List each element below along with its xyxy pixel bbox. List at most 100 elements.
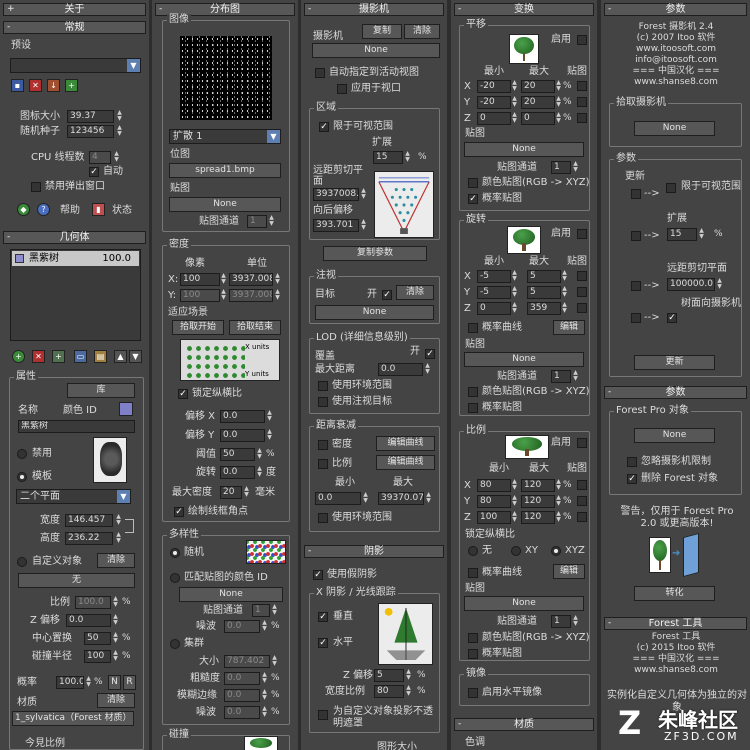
far-clip-field[interactable]: 100000.0 [667, 278, 715, 291]
rotate-prob-curve-checkbox[interactable] [468, 323, 478, 333]
ty-max-spinner[interactable]: ▲ ▼ [555, 96, 562, 109]
move-up-icon[interactable]: ▲ [114, 350, 127, 363]
map-button[interactable]: None [169, 197, 281, 212]
target-clear-button[interactable]: 清除 [396, 285, 434, 300]
custom-none-button[interactable]: 无 [18, 573, 135, 588]
spread-dropdown[interactable]: 扩散 1 ▼ [169, 129, 281, 144]
y-pixels-spinner[interactable]: ▲ ▼ [220, 289, 227, 302]
falloff-min-spinner[interactable]: ▲ ▼ [362, 492, 369, 505]
forest-pro-button[interactable]: None [634, 428, 715, 443]
apply-viewport-checkbox[interactable] [337, 84, 347, 94]
scale-enable-checkbox[interactable] [577, 438, 587, 448]
delete-icon[interactable]: ✕ [32, 350, 45, 363]
map-channel2-field[interactable]: 1 [252, 604, 270, 617]
rollout-camera[interactable]: - 摄影机 [304, 3, 444, 16]
translate-mapch-spinner[interactable]: ▲ ▼ [572, 161, 579, 174]
update-expand-checkbox[interactable] [631, 231, 641, 241]
y-units-field[interactable]: 3937.008 [229, 289, 273, 302]
status-chart-icon[interactable]: ▮ [92, 203, 105, 216]
scale-map-button[interactable]: None [464, 596, 584, 611]
tz-max-field[interactable]: 0 [521, 112, 555, 125]
use-target-checkbox[interactable] [318, 397, 328, 407]
diversity-map-button[interactable]: None [179, 587, 283, 602]
rz-max-spinner[interactable]: ▲ ▼ [561, 302, 568, 315]
limit-visible-checkbox[interactable] [666, 183, 676, 193]
paste-icon[interactable]: ▤ [94, 350, 107, 363]
material-button[interactable]: 1_sylvatica（Forest 材质） [12, 711, 134, 726]
zoffset-field[interactable]: 0.0 [66, 614, 111, 627]
blur-edge-field[interactable]: 0.0 [224, 689, 260, 702]
x-pixels-field[interactable]: 100 [180, 273, 220, 286]
sy-min-field[interactable]: 80 [477, 495, 511, 508]
x-units-spinner[interactable]: ▲ ▼ [274, 273, 281, 286]
lock-xy-radio[interactable] [511, 546, 521, 556]
noise-field[interactable]: 0.0 [224, 620, 260, 633]
match-color-radio[interactable] [170, 573, 180, 583]
update-icon[interactable]: ◆ [17, 203, 30, 216]
ty-min-spinner[interactable]: ▲ ▼ [511, 96, 518, 109]
rollout-general[interactable]: - 常规 [3, 21, 146, 34]
offset-y-field[interactable]: 0.0 [220, 429, 265, 442]
sz-max-field[interactable]: 120 [521, 511, 555, 524]
noise2-spinner[interactable]: ▲ ▼ [261, 706, 268, 719]
scale-prob-curve-checkbox[interactable] [468, 568, 478, 578]
translate-map-button[interactable]: None [464, 142, 584, 157]
n-button[interactable]: N [108, 675, 121, 690]
translate-enable-checkbox[interactable] [577, 35, 587, 45]
sx-min-field[interactable]: 80 [477, 479, 511, 492]
rz-min-field[interactable]: 0 [477, 302, 511, 315]
random-radio[interactable] [170, 548, 180, 558]
scale-mapch-field[interactable]: 1 [551, 615, 571, 628]
ty-min-field[interactable]: -20 [477, 96, 511, 109]
map-channel2-spinner[interactable]: ▲ ▼ [271, 604, 278, 617]
scale-field[interactable]: 100.0 [75, 596, 111, 609]
map-channel-spinner[interactable]: ▲ ▼ [268, 215, 275, 228]
edit-scale-curve-button[interactable]: 编辑曲线 [376, 455, 435, 470]
zoffset-spinner[interactable]: ▲ ▼ [112, 614, 119, 627]
color-id-swatch[interactable] [119, 402, 133, 416]
x-pixels-spinner[interactable]: ▲ ▼ [220, 273, 227, 286]
delete-preset-icon[interactable]: ✕ [29, 79, 42, 92]
tz-min-spinner[interactable]: ▲ ▼ [511, 112, 518, 125]
save-preset-icon[interactable]: ▪ [11, 79, 24, 92]
load-preset-icon[interactable]: ↓ [47, 79, 60, 92]
rotate-map-button[interactable]: None [464, 352, 584, 367]
size-spinner[interactable]: ▲ ▼ [271, 655, 278, 668]
sx-max-spinner[interactable]: ▲ ▼ [555, 479, 562, 492]
copy-params-button[interactable]: 复制参数 [323, 246, 427, 261]
sz-max-spinner[interactable]: ▲ ▼ [555, 511, 562, 524]
mirror-h-checkbox[interactable] [468, 688, 478, 698]
probability-spinner[interactable]: ▲ ▼ [85, 676, 92, 689]
icon-size-field[interactable]: 39.37 [67, 110, 114, 123]
rotation-spinner[interactable]: ▲ ▼ [256, 466, 263, 479]
sx-max-field[interactable]: 120 [521, 479, 555, 492]
target-on-checkbox[interactable]: ✓ [382, 290, 392, 300]
sz-min-field[interactable]: 100 [477, 511, 511, 524]
update-tree-face-checkbox[interactable] [631, 313, 641, 323]
noise2-field[interactable]: 0.0 [224, 706, 260, 719]
center-disp-spinner[interactable]: ▲ ▼ [112, 632, 119, 645]
collision-field[interactable]: 100 [84, 650, 111, 663]
object-name-field[interactable]: 黑紫树 [18, 420, 135, 433]
rollout-geometry[interactable]: - 几何体 [3, 231, 146, 244]
back-offset-field[interactable]: 393.701 [313, 219, 359, 232]
roughness-spinner[interactable]: ▲ ▼ [261, 672, 268, 685]
expand-field[interactable]: 15 [373, 151, 403, 164]
sz-map-checkbox[interactable] [577, 512, 587, 522]
rx-max-field[interactable]: 5 [527, 270, 561, 283]
threshold-spinner[interactable]: ▲ ▼ [256, 448, 263, 461]
target-pick-button[interactable]: None [315, 305, 434, 320]
aspect-lock-icon[interactable] [125, 519, 134, 533]
ty-max-field[interactable]: 20 [521, 96, 555, 109]
pick-end-button[interactable]: 拾取结束 [229, 320, 281, 335]
size-field[interactable]: 787.402 [224, 655, 270, 668]
rx-max-spinner[interactable]: ▲ ▼ [561, 270, 568, 283]
r-button[interactable]: R [123, 675, 136, 690]
disable-popup-checkbox[interactable] [31, 182, 41, 192]
max-density-field[interactable]: 20 [220, 486, 242, 499]
ry-min-spinner[interactable]: ▲ ▼ [511, 286, 518, 299]
falloff-min-field[interactable]: 0.0 [315, 492, 361, 505]
use-fake-shadow-checkbox[interactable]: ✓ [313, 570, 323, 580]
horizontal-checkbox[interactable]: ✓ [318, 638, 328, 648]
rollout-transform[interactable]: - 变换 [454, 3, 594, 16]
